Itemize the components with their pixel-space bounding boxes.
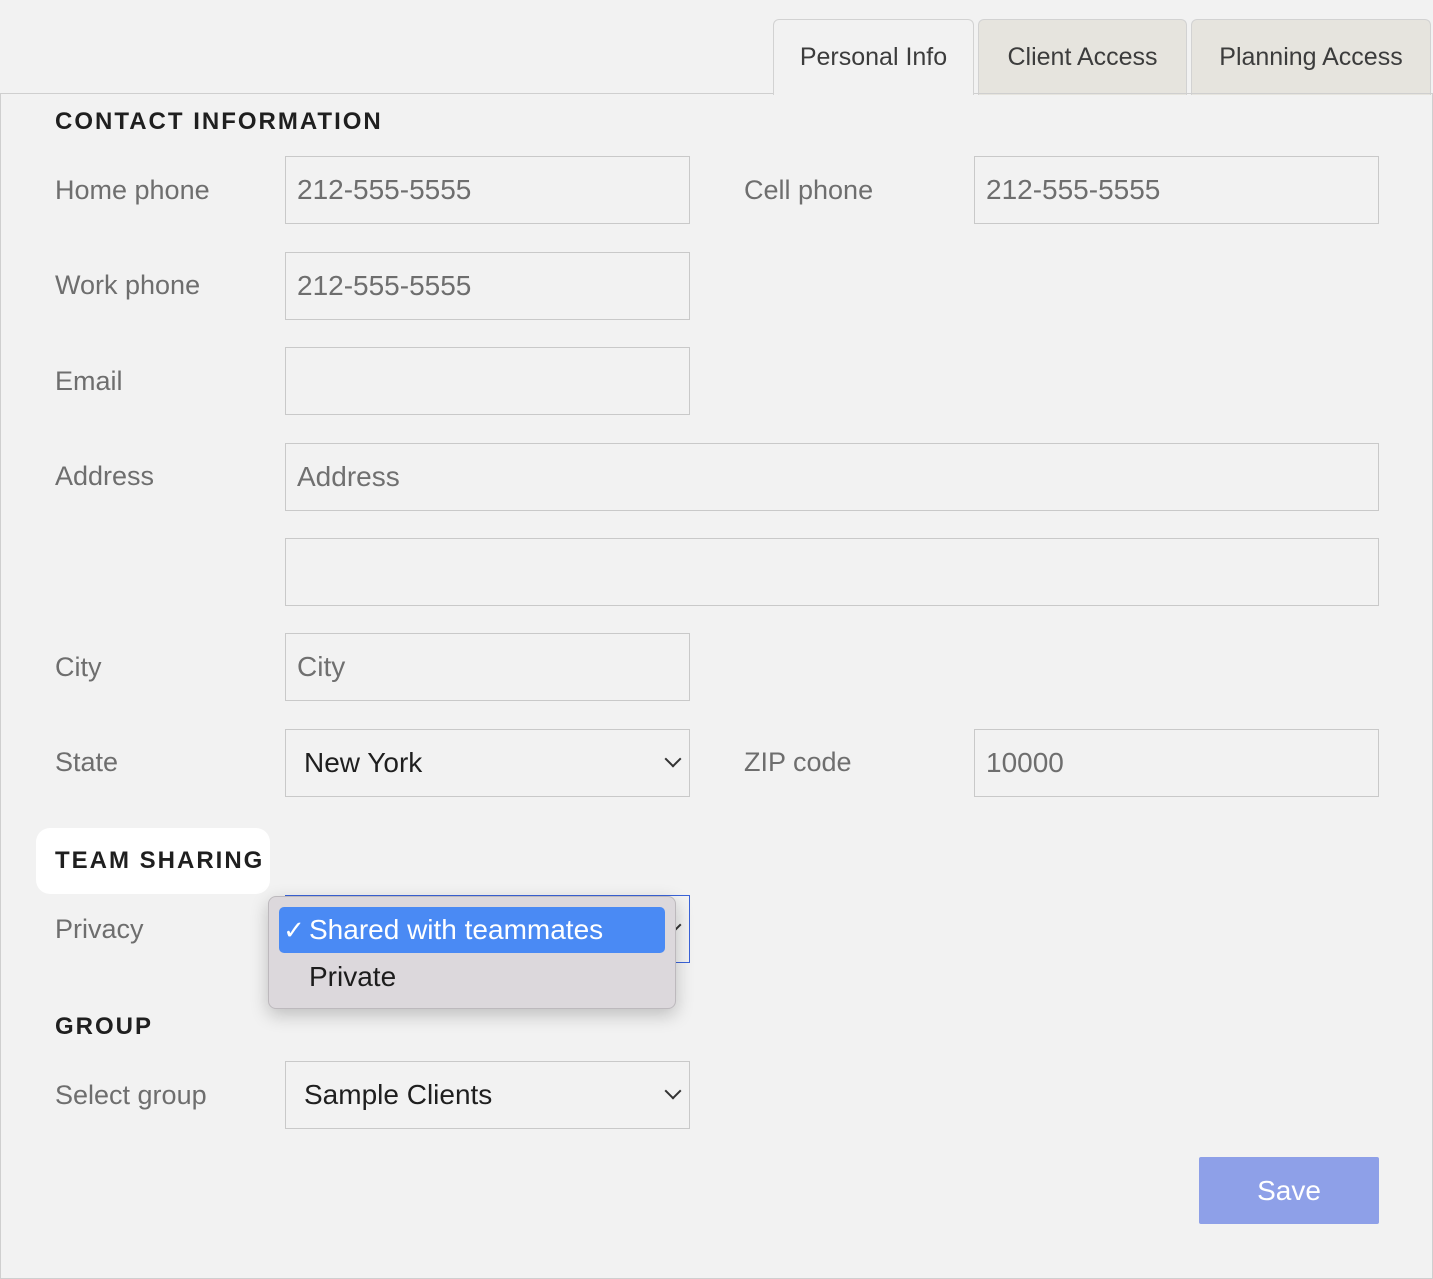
- home-phone-input[interactable]: [285, 156, 690, 224]
- email-label: Email: [55, 366, 123, 396]
- zip-code-label: ZIP code: [744, 747, 852, 777]
- group-select[interactable]: Sample Clients: [285, 1061, 690, 1129]
- tab-planning-access-label: Planning Access: [1219, 43, 1403, 71]
- save-button[interactable]: Save: [1199, 1157, 1379, 1224]
- tab-personal-info-label: Personal Info: [799, 43, 948, 71]
- tab-planning-access[interactable]: Planning Access: [1191, 19, 1431, 95]
- cell-phone-label: Cell phone: [744, 175, 874, 205]
- tab-client-access[interactable]: Client Access: [978, 19, 1187, 95]
- privacy-option-shared-label: Shared with teammates: [309, 914, 604, 945]
- email-input[interactable]: [285, 347, 690, 415]
- chevron-down-icon: [664, 750, 682, 768]
- city-input[interactable]: [285, 633, 690, 701]
- cell-phone-input[interactable]: [974, 156, 1379, 224]
- work-phone-input[interactable]: [285, 252, 690, 320]
- select-group-label: Select group: [55, 1080, 207, 1110]
- privacy-option-private-label: Private: [309, 961, 397, 992]
- contact-information-heading: CONTACT INFORMATION: [55, 108, 383, 135]
- address-line2-input[interactable]: [285, 538, 1379, 606]
- tab-client-access-label: Client Access: [1007, 43, 1158, 71]
- state-select[interactable]: New York: [285, 729, 690, 797]
- address-line1-input[interactable]: [285, 443, 1379, 511]
- work-phone-label: Work phone: [55, 270, 201, 300]
- personal-info-page: Personal Info Client Access Planning Acc…: [0, 0, 1433, 1279]
- group-select-value: Sample Clients: [304, 1079, 493, 1110]
- checkmark-icon: ✓: [283, 914, 305, 945]
- tab-personal-info[interactable]: Personal Info: [773, 19, 974, 95]
- chevron-down-icon: [664, 1082, 682, 1100]
- privacy-option-private[interactable]: Private: [279, 954, 665, 1000]
- tab-divider-left: [0, 93, 773, 94]
- state-label: State: [55, 747, 119, 777]
- address-label: Address: [55, 461, 155, 491]
- panel-border-left: [0, 93, 1, 1279]
- city-label: City: [55, 652, 102, 682]
- privacy-dropdown-menu: ✓ Shared with teammates Private: [268, 896, 676, 1009]
- zip-code-input[interactable]: [974, 729, 1379, 797]
- state-select-value: New York: [304, 747, 423, 778]
- group-heading: GROUP: [55, 1013, 154, 1040]
- home-phone-label: Home phone: [55, 175, 210, 205]
- tab-divider-right: [973, 93, 1433, 94]
- privacy-label: Privacy: [55, 914, 144, 944]
- privacy-option-shared[interactable]: ✓ Shared with teammates: [279, 907, 665, 953]
- team-sharing-heading: TEAM SHARING: [55, 847, 265, 874]
